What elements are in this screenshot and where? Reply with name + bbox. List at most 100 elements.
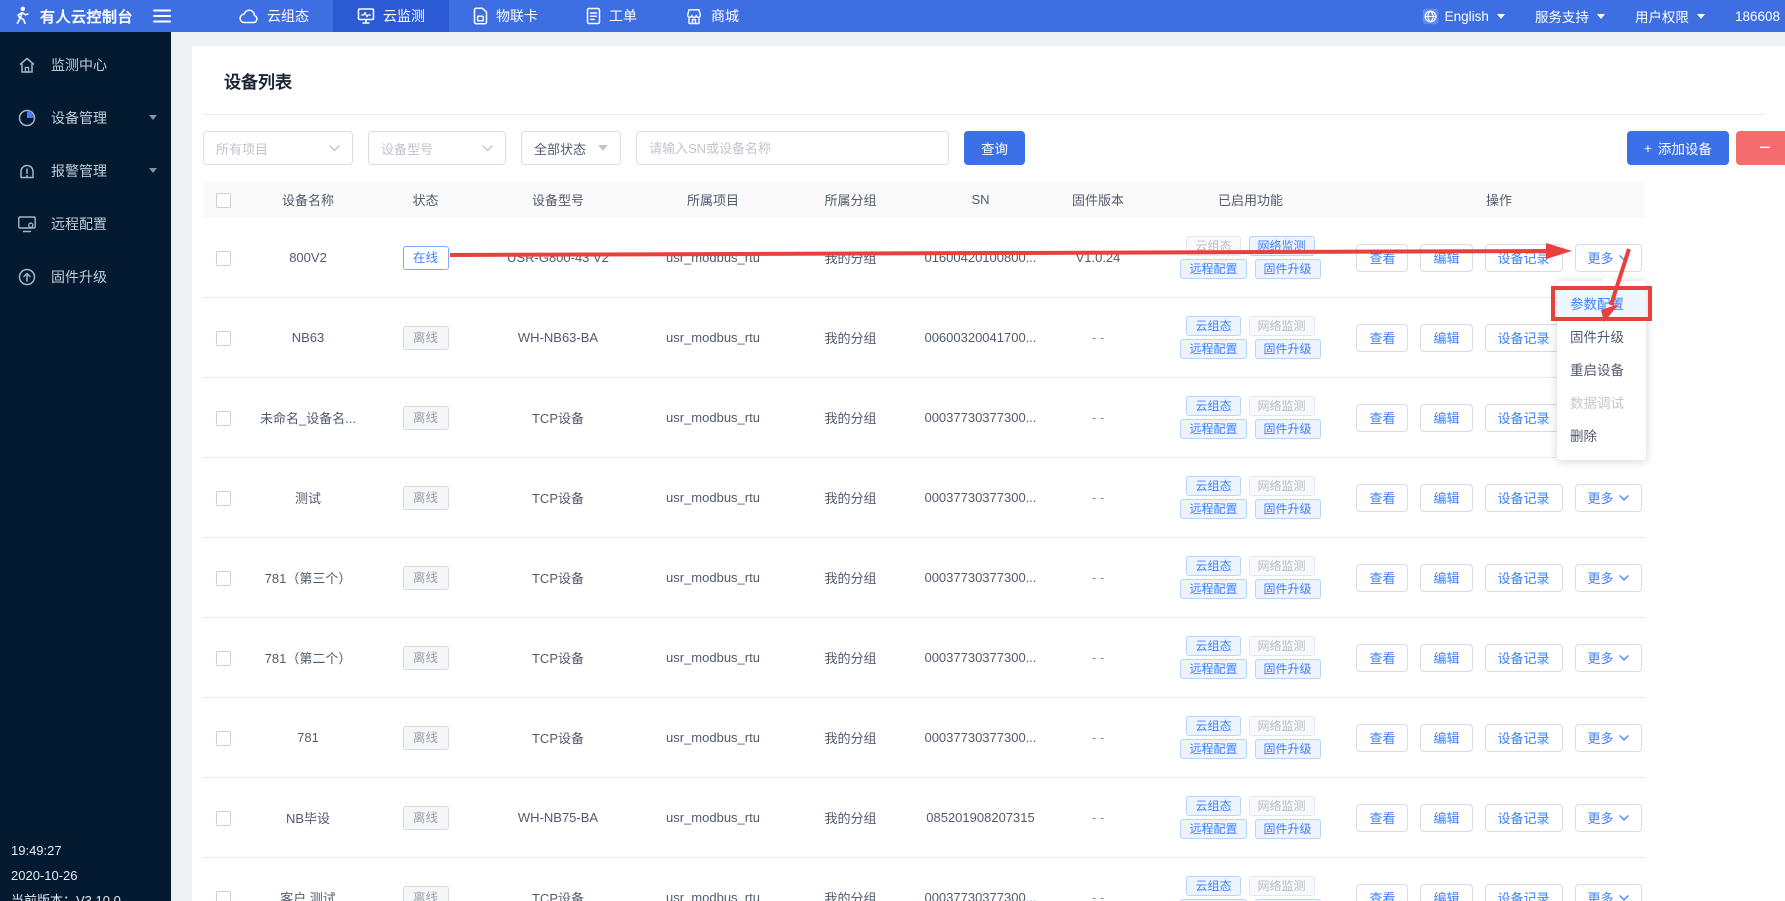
row-checkbox[interactable] — [216, 331, 231, 346]
feature-line: 云组态网络监测 — [1148, 476, 1353, 496]
view-button[interactable]: 查看 — [1356, 324, 1408, 352]
dropdown-item-firmware-upgrade[interactable]: 固件升级 — [1557, 321, 1646, 354]
sn-cell: 00037730377300... — [913, 570, 1048, 585]
caret-down-icon — [1697, 14, 1705, 19]
status-cell: 离线 — [373, 726, 478, 750]
nav-account[interactable]: 186608 — [1720, 9, 1785, 24]
dropdown-item-delete[interactable]: 删除 — [1557, 420, 1646, 453]
view-button[interactable]: 查看 — [1356, 724, 1408, 752]
more-button[interactable]: 更多 — [1575, 884, 1642, 901]
nav-language[interactable]: English — [1407, 8, 1520, 25]
device-record-button[interactable]: 设备记录 — [1485, 564, 1563, 592]
feature-badge: 云组态 — [1186, 716, 1240, 736]
device-model-cell: TCP设备 — [478, 888, 638, 901]
device-name-cell: 781 — [243, 730, 373, 745]
device-record-button[interactable]: 设备记录 — [1485, 244, 1563, 272]
brand[interactable]: 有人云控制台 — [0, 0, 139, 32]
view-button[interactable]: 查看 — [1356, 564, 1408, 592]
hamburger-menu-icon[interactable] — [139, 0, 185, 32]
edit-button[interactable]: 编辑 — [1420, 644, 1472, 672]
more-button[interactable]: 更多 — [1575, 644, 1642, 672]
sidebar-item-label: 设备管理 — [51, 108, 107, 128]
edit-button[interactable]: 编辑 — [1420, 884, 1472, 901]
work-order-icon — [586, 7, 601, 25]
group-cell: 我的分组 — [788, 568, 913, 587]
status-badge: 离线 — [403, 646, 449, 670]
search-button[interactable]: 查询 — [964, 131, 1025, 165]
more-button[interactable]: 更多 — [1575, 564, 1642, 592]
edit-button[interactable]: 编辑 — [1420, 484, 1472, 512]
feature-line: 云组态网络监测 — [1148, 636, 1353, 656]
feature-line: 远程配置固件升级 — [1148, 339, 1353, 359]
sidebar-item-firmware-upgrade[interactable]: 固件升级 — [0, 250, 171, 303]
monitor-icon — [357, 7, 375, 25]
nav-tab-iot-card[interactable]: 物联卡 — [449, 0, 562, 32]
nav-tab-work-order[interactable]: 工单 — [562, 0, 661, 32]
edit-button[interactable]: 编辑 — [1420, 324, 1472, 352]
nav-tab-cloud-monitor[interactable]: 云监测 — [333, 0, 449, 32]
row-checkbox[interactable] — [216, 571, 231, 586]
more-button[interactable]: 更多 — [1575, 484, 1642, 512]
sidebar-item-remote-config[interactable]: 远程配置 — [0, 197, 171, 250]
feature-line: 云组态网络监测 — [1148, 716, 1353, 736]
sidebar-item-device-management[interactable]: 设备管理 — [0, 91, 171, 144]
view-button[interactable]: 查看 — [1356, 404, 1408, 432]
sn-cell: 00037730377300... — [913, 730, 1048, 745]
more-button[interactable]: 更多 — [1575, 804, 1642, 832]
select-all-checkbox[interactable] — [216, 193, 231, 208]
nav-tab-label: 云监测 — [383, 6, 425, 26]
device-record-button[interactable]: 设备记录 — [1485, 484, 1563, 512]
device-record-button[interactable]: 设备记录 — [1485, 884, 1563, 901]
view-button[interactable]: 查看 — [1356, 484, 1408, 512]
device-record-button[interactable]: 设备记录 — [1485, 804, 1563, 832]
firmware-cell: - - — [1048, 650, 1148, 665]
clock-date: 2020-10-26 — [11, 863, 121, 888]
more-button[interactable]: 更多 — [1575, 724, 1642, 752]
nav-tab-mall[interactable]: 商城 — [661, 0, 763, 32]
row-checkbox[interactable] — [216, 731, 231, 746]
more-button[interactable]: 更多 — [1575, 244, 1642, 272]
device-model-cell: TCP设备 — [478, 408, 638, 427]
feature-badge: 云组态 — [1186, 796, 1240, 816]
add-device-button[interactable]: + 添加设备 — [1627, 131, 1729, 165]
dropdown-item-restart-device[interactable]: 重启设备 — [1557, 354, 1646, 387]
device-record-button[interactable]: 设备记录 — [1485, 324, 1563, 352]
nav-tab-cloud-config[interactable]: 云组态 — [215, 0, 333, 32]
device-record-button[interactable]: 设备记录 — [1485, 644, 1563, 672]
feature-line: 远程配置固件升级 — [1148, 819, 1353, 839]
row-checkbox[interactable] — [216, 251, 231, 266]
sidebar-item-monitor-center[interactable]: 监测中心 — [0, 38, 171, 91]
view-button[interactable]: 查看 — [1356, 644, 1408, 672]
model-filter-select[interactable]: 设备型号 — [368, 131, 506, 165]
features-cell: 云组态网络监测远程配置固件升级 — [1148, 713, 1353, 762]
sidebar-item-label: 固件升级 — [51, 267, 107, 287]
view-button[interactable]: 查看 — [1356, 244, 1408, 272]
add-device-label: 添加设备 — [1658, 138, 1712, 158]
row-checkbox[interactable] — [216, 811, 231, 826]
sn-cell: 00600320041700... — [913, 330, 1048, 345]
edit-button[interactable]: 编辑 — [1420, 804, 1472, 832]
edit-button[interactable]: 编辑 — [1420, 244, 1472, 272]
device-record-button[interactable]: 设备记录 — [1485, 724, 1563, 752]
nav-user-permission[interactable]: 用户权限 — [1620, 6, 1720, 26]
row-checkbox[interactable] — [216, 411, 231, 426]
row-checkbox[interactable] — [216, 651, 231, 666]
view-button[interactable]: 查看 — [1356, 804, 1408, 832]
edit-button[interactable]: 编辑 — [1420, 404, 1472, 432]
nav-service-support[interactable]: 服务支持 — [1520, 6, 1620, 26]
device-record-button[interactable]: 设备记录 — [1485, 404, 1563, 432]
firmware-cell: - - — [1048, 730, 1148, 745]
view-button[interactable]: 查看 — [1356, 884, 1408, 901]
row-checkbox[interactable] — [216, 491, 231, 506]
search-input[interactable] — [636, 131, 949, 165]
row-checkbox[interactable] — [216, 891, 231, 901]
sidebar-item-alarm-management[interactable]: 报警管理 — [0, 144, 171, 197]
group-cell: 我的分组 — [788, 328, 913, 347]
edit-button[interactable]: 编辑 — [1420, 564, 1472, 592]
status-filter-select[interactable]: 全部状态 — [521, 131, 621, 165]
delete-device-button[interactable]: − — [1736, 131, 1785, 165]
dropdown-item-param-config[interactable]: 参数配置 — [1557, 288, 1646, 321]
edit-button[interactable]: 编辑 — [1420, 724, 1472, 752]
project-filter-select[interactable]: 所有项目 — [203, 131, 353, 165]
status-cell: 在线 — [373, 246, 478, 270]
